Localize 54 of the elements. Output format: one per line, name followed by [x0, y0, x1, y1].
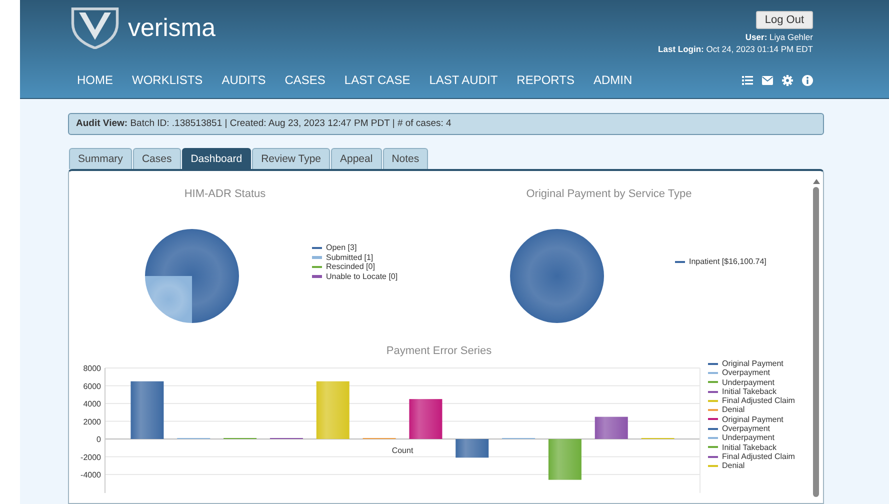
settings-icon[interactable] [782, 74, 793, 86]
audit-info-bar: Audit View: Batch ID: .138513851 | Created: Aug 23, 2023 12:47 PM PDT | # of cases: 4 [68, 113, 824, 135]
envelope-icon[interactable] [762, 76, 773, 84]
scroll-up-arrow-icon[interactable] [812, 179, 820, 184]
legend-label: Denial [722, 405, 745, 415]
nav-link[interactable]: AUDITS [222, 73, 266, 87]
nav-link[interactable]: ADMIN [593, 73, 632, 87]
logo-text: verisma [128, 14, 216, 42]
axis-tick-label: 4000 [83, 400, 101, 408]
chart-title: HIM-ADR Status [184, 188, 266, 200]
legend-label: Original Payment [722, 359, 784, 368]
legend-label: Unable to Locate [0] [326, 272, 398, 281]
chart-title: Payment Error Series [386, 345, 492, 357]
category-label: Count [392, 446, 414, 455]
shield-logo-icon [70, 7, 120, 49]
axis-tick-label: 2000 [83, 417, 101, 426]
axis-tick-label: 6000 [83, 382, 101, 391]
tab[interactable]: Review Type [252, 148, 330, 169]
tab[interactable]: Summary [69, 148, 132, 169]
info-icon[interactable] [802, 74, 813, 86]
tab[interactable]: Dashboard [182, 148, 252, 169]
legend-label: Initial Takeback [722, 386, 777, 396]
axis-tick-label: 8000 [83, 364, 101, 373]
legend-label: Final Adjusted Claim [722, 396, 795, 406]
tab[interactable]: Appeal [331, 148, 382, 169]
legend-label: Initial Takeback [722, 442, 777, 452]
legend-label: Overpayment [722, 424, 770, 434]
logout-button[interactable]: Log Out [756, 11, 813, 29]
axis-tick-label: 0 [96, 435, 101, 444]
nav-link[interactable]: LAST CASE [344, 73, 410, 87]
legend-label: Underpayment [722, 378, 774, 387]
chart-title: Original Payment by Service Type [526, 188, 692, 200]
legend-label: Inpatient [$16,100.74] [689, 257, 766, 267]
checklist-icon[interactable] [742, 75, 753, 85]
legend-label: Underpayment [722, 433, 774, 443]
last-login-info: Last Login: Oct 24, 2023 01:14 PM EDT [658, 43, 813, 55]
legend-label: Original Payment [722, 414, 784, 424]
legend-label: Final Adjusted Claim [722, 452, 795, 462]
nav-link[interactable]: WORKLISTS [132, 73, 203, 87]
legend-label: Submitted [1] [326, 252, 374, 262]
legend-label: Rescinded [0] [326, 262, 375, 272]
tab[interactable]: Notes [382, 148, 428, 169]
nav-link[interactable]: CASES [284, 73, 326, 87]
nav-link[interactable]: LAST AUDIT [429, 73, 498, 87]
tab[interactable]: Cases [132, 148, 181, 169]
legend-label: Open [3] [326, 243, 357, 252]
legend-label: Overpayment [722, 368, 770, 378]
legend-label: Denial [722, 461, 745, 471]
scrollbar-thumb[interactable] [813, 187, 819, 497]
user-info: User: Liya Gehler [745, 31, 813, 43]
axis-tick-label: -2000 [80, 452, 101, 462]
axis-tick-label: -4000 [80, 470, 101, 480]
nav-link[interactable]: REPORTS [516, 73, 574, 87]
nav-link[interactable]: HOME [77, 73, 113, 87]
